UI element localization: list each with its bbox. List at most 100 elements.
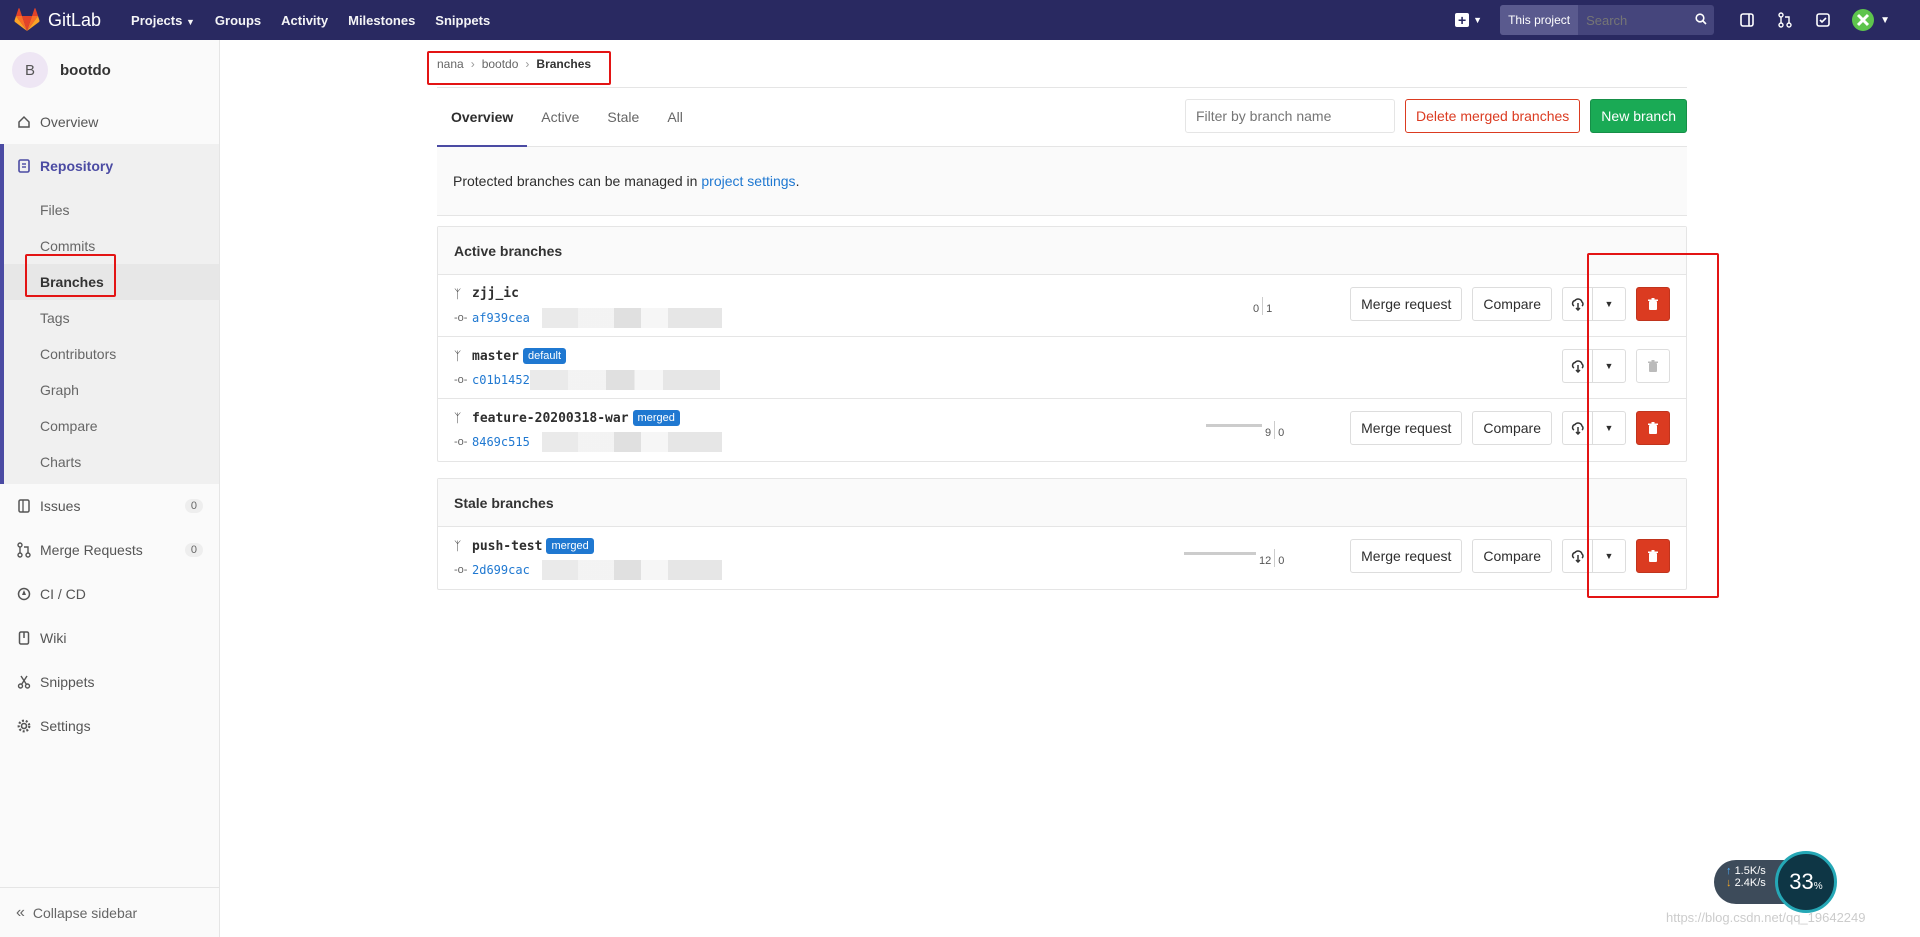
sidebar-item-wiki[interactable]: Wiki [0,616,219,660]
gitlab-logo[interactable]: GitLab [0,0,101,40]
info-text: Protected branches can be managed in [453,173,698,189]
sidebar-item-issues[interactable]: Issues 0 [0,484,219,528]
branch-filter-input[interactable] [1184,99,1395,133]
project-header[interactable]: B bootdo [0,40,219,100]
sidebar-item-charts[interactable]: Charts [4,444,219,480]
sidebar-item-overview[interactable]: Overview [0,100,219,144]
behind-count: 9 [1265,427,1272,439]
chevron-down-icon[interactable]: ▼ [1592,287,1626,321]
home-icon [16,114,32,130]
download-icon[interactable] [1562,287,1592,321]
chevron-down-icon[interactable]: ▼ [1880,15,1890,26]
delete-merged-branches-button[interactable]: Delete merged branches [1404,99,1581,133]
compare-button[interactable]: Compare [1472,287,1552,321]
search-input[interactable] [1578,12,1689,28]
nav-groups[interactable]: Groups [215,13,261,28]
delete-branch-button[interactable] [1636,539,1670,573]
book-icon [16,630,32,646]
commit-sha[interactable]: 2d699cac [472,563,530,577]
merge-request-icon[interactable] [1776,11,1794,29]
sidebar-item-snippets[interactable]: Snippets [0,660,219,704]
sidebar-item-compare[interactable]: Compare [4,408,219,444]
commit-icon: -o- [454,564,468,576]
new-dropdown-button[interactable]: + ▼ [1455,13,1482,27]
fork-icon: ᛉ [454,286,462,301]
chevron-down-icon[interactable]: ▼ [1592,411,1626,445]
download-icon[interactable] [1562,349,1592,383]
commit-sha[interactable]: c01b1452 [472,373,530,387]
chevron-down-icon[interactable]: ▼ [1592,349,1626,383]
nav-milestones[interactable]: Milestones [348,13,415,28]
delete-branch-button[interactable] [1636,411,1670,445]
gitlab-fox-icon [14,8,40,31]
compare-button[interactable]: Compare [1472,411,1552,445]
merge-request-button[interactable]: Merge request [1350,411,1463,445]
sidebar-item-label: Wiki [40,630,67,646]
tab-all[interactable]: All [653,88,697,147]
download-icon[interactable] [1562,411,1592,445]
delete-branch-button[interactable] [1636,287,1670,321]
project-settings-link[interactable]: project settings [701,173,795,189]
sidebar-item-graph[interactable]: Graph [4,372,219,408]
sidebar-item-merge-requests[interactable]: Merge Requests 0 [0,528,219,572]
new-branch-button[interactable]: New branch [1590,99,1687,133]
tab-overview[interactable]: Overview [437,88,528,147]
branch-name[interactable]: push-test [472,539,542,554]
search-scope-label[interactable]: This project [1500,5,1579,35]
nav-activity[interactable]: Activity [281,13,328,28]
cpu-usage-circle[interactable]: 33% [1775,851,1837,913]
branch-name[interactable]: zjj_ic [472,286,519,301]
todo-check-icon[interactable] [1814,11,1832,29]
behind-count: 12 [1259,555,1272,567]
download-dropdown[interactable]: ▼ [1562,287,1626,321]
user-avatar[interactable] [1852,9,1875,31]
download-dropdown[interactable]: ▼ [1562,411,1626,445]
merge-request-button[interactable]: Merge request [1350,539,1463,573]
commit-icon: -o- [454,436,468,448]
sidebar-item-settings[interactable]: Settings [0,704,219,748]
rocket-icon [16,586,32,602]
breadcrumb-branches[interactable]: Branches [536,57,591,71]
sidebar-item-tags[interactable]: Tags [4,300,219,336]
sidebar-item-cicd[interactable]: CI / CD [0,572,219,616]
sidebar-toggle-icon[interactable] [1738,11,1756,29]
commit-icon: -o- [454,312,468,324]
branch-row: ᛉ master default -o- c01b1452 ▼ [438,337,1686,399]
compare-button[interactable]: Compare [1472,539,1552,573]
commit-sha[interactable]: af939cea [472,311,530,325]
download-speed-value: 2.4K/s [1734,877,1766,889]
sidebar-item-files[interactable]: Files [4,192,219,228]
branch-row: ᛉ push-test merged -o- 2d699cac 12 0 Mer… [438,527,1686,589]
commit-message-redacted [541,432,722,452]
repository-submenu: Files Commits Branches Tags Contributors… [0,188,219,484]
download-icon[interactable] [1562,539,1592,573]
trash-icon [1648,549,1658,562]
download-dropdown[interactable]: ▼ [1562,539,1626,573]
commit-sha[interactable]: 8469c515 [472,435,530,449]
merge-request-button[interactable]: Merge request [1350,287,1463,321]
sidebar-item-commits[interactable]: Commits [4,228,219,264]
download-dropdown[interactable]: ▼ [1562,349,1626,383]
branch-name[interactable]: feature-20200318-war [472,411,629,426]
breadcrumb-bootdo[interactable]: bootdo [482,57,519,71]
up-arrow-icon: ↑ [1726,865,1732,877]
chevron-right-icon: › [470,56,475,71]
collapse-sidebar-button[interactable]: « Collapse sidebar [0,887,219,937]
sidebar-item-repository[interactable]: Repository [0,144,219,188]
divergence-graph: 12 0 [1184,549,1287,567]
nav-snippets[interactable]: Snippets [435,13,490,28]
nav-projects[interactable]: Projects ▼ [131,13,195,28]
branch-name[interactable]: master [472,349,519,364]
sidebar-item-contributors[interactable]: Contributors [4,336,219,372]
sidebar-item-branches[interactable]: Branches [4,264,219,300]
merged-badge: merged [632,410,680,426]
chevron-down-icon[interactable]: ▼ [1592,539,1626,573]
issues-count-badge: 0 [184,499,203,513]
search-icon[interactable] [1688,12,1714,28]
top-navbar: GitLab Projects ▼ Groups Activity Milest… [0,0,1920,40]
tab-stale[interactable]: Stale [593,88,653,147]
tab-active[interactable]: Active [527,88,593,147]
sidebar-item-label: Issues [40,498,81,514]
commit-message-redacted [529,370,720,390]
breadcrumb-nana[interactable]: nana [437,57,464,71]
